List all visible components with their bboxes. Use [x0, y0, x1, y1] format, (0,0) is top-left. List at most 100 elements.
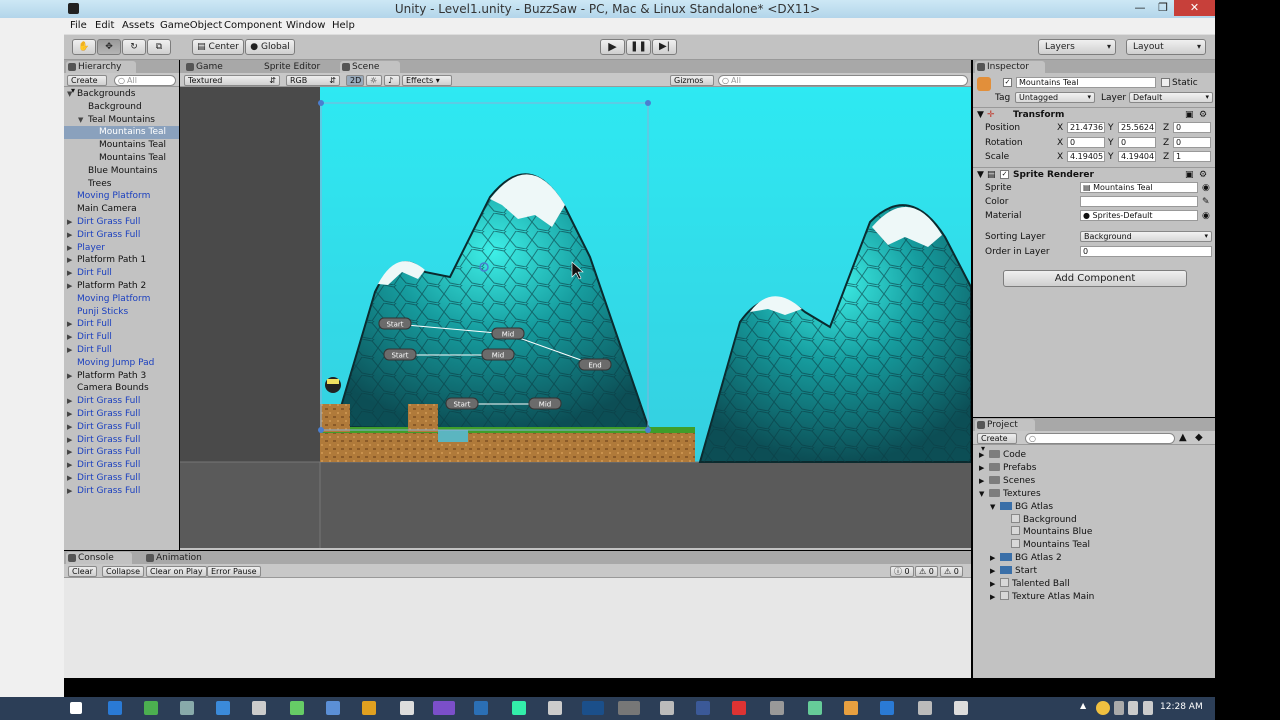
expand-arrow-closed-icon[interactable]: ▶	[67, 485, 72, 498]
render-mode-dropdown[interactable]: RGB ⇵	[286, 75, 340, 86]
console-info-filter[interactable]: ⓘ 0	[890, 566, 914, 577]
layer-dropdown[interactable]: Default	[1129, 92, 1213, 103]
tray-arrow-icon[interactable]: ▲	[1080, 701, 1090, 715]
project-item[interactable]: ▶ Scenes	[979, 475, 1035, 488]
project-create-button[interactable]: Create ▾	[977, 433, 1017, 453]
path-node-start[interactable]: Start	[445, 397, 479, 410]
console-clear-on-play-button[interactable]: Clear on Play	[146, 566, 207, 577]
hierarchy-create-button[interactable]: Create ▾	[67, 75, 107, 95]
app-icon[interactable]	[770, 701, 784, 715]
console-clear-button[interactable]: Clear	[68, 566, 97, 577]
close-button[interactable]: ✕	[1174, 0, 1215, 16]
audio-toggle[interactable]: ♪	[384, 75, 400, 86]
expand-arrow-closed-icon[interactable]: ▶	[67, 242, 72, 255]
start-button-icon[interactable]	[70, 702, 82, 714]
step-button[interactable]: ▶|	[652, 39, 677, 55]
hierarchy-item[interactable]: ▶ Dirt Full	[64, 331, 179, 344]
hierarchy-item[interactable]: Mountains Teal	[64, 126, 179, 140]
play-button[interactable]: ▶	[600, 39, 625, 55]
expand-arrow-open-icon[interactable]: ▼	[67, 88, 72, 101]
hierarchy-item[interactable]: ▶ Dirt Full	[64, 318, 179, 331]
transform-x-field[interactable]: 21.4736	[1067, 122, 1105, 133]
expand-arrow-closed-icon[interactable]: ▶	[67, 318, 72, 331]
add-component-button[interactable]: Add Component	[1003, 270, 1187, 287]
tab-inspector[interactable]: Inspector	[975, 61, 1045, 73]
rotate-tool-button[interactable]: ↻	[122, 39, 146, 55]
filezilla-icon[interactable]	[732, 701, 746, 715]
maximize-button[interactable]: ❐	[1153, 0, 1173, 16]
path-node-start[interactable]: Start	[383, 348, 417, 361]
menu-gameobject[interactable]: GameObject	[160, 20, 222, 31]
project-item[interactable]: ▶ BG Atlas 2	[990, 552, 1062, 565]
gizmos-dropdown[interactable]: Gizmos ▾	[670, 75, 714, 95]
color-field[interactable]	[1080, 196, 1198, 207]
steam-icon[interactable]	[252, 701, 266, 715]
expand-arrow-closed-icon[interactable]: ▶	[990, 591, 995, 604]
scene-search-input[interactable]: All	[718, 75, 968, 86]
project-item[interactable]: Mountains Teal	[1011, 539, 1090, 552]
project-item[interactable]: ▼ BG Atlas	[990, 501, 1053, 514]
filter-by-type-icon[interactable]: ▲	[1179, 432, 1187, 443]
layers-dropdown[interactable]: Layers	[1038, 39, 1116, 55]
expand-arrow-closed-icon[interactable]: ▶	[67, 229, 72, 242]
hierarchy-item[interactable]: Mountains Teal	[64, 139, 179, 152]
eyedropper-icon[interactable]: ✎	[1202, 195, 1210, 209]
expand-arrow-closed-icon[interactable]: ▶	[67, 331, 72, 344]
facebook-icon[interactable]	[696, 701, 710, 715]
sorting-layer-dropdown[interactable]: Background	[1080, 231, 1212, 242]
expand-arrow-open-icon[interactable]: ▼	[990, 501, 995, 514]
expand-arrow-closed-icon[interactable]: ▶	[67, 267, 72, 280]
hierarchy-item[interactable]: Blue Mountains	[64, 165, 179, 178]
project-search-input[interactable]	[1025, 433, 1175, 444]
app-icon[interactable]	[216, 701, 230, 715]
lighting-toggle[interactable]: ☼	[366, 75, 382, 86]
expand-arrow-open-icon[interactable]: ▼	[78, 114, 83, 127]
menu-component[interactable]: Component	[224, 20, 282, 31]
tab-game[interactable]: Game	[184, 61, 250, 73]
hierarchy-item[interactable]: ▼ Teal Mountains	[64, 114, 179, 127]
unity-taskbar-icon[interactable]	[618, 701, 640, 715]
hierarchy-item[interactable]: Mountains Teal	[64, 152, 179, 165]
expand-arrow-closed-icon[interactable]: ▶	[67, 395, 72, 408]
expand-arrow-closed-icon[interactable]: ▶	[67, 370, 72, 383]
volume-icon[interactable]	[1143, 701, 1153, 715]
menu-edit[interactable]: Edit	[95, 20, 114, 31]
hierarchy-item[interactable]: ▶ Dirt Grass Full	[64, 408, 179, 421]
app-icon[interactable]	[880, 701, 894, 715]
chrome-icon[interactable]	[362, 701, 376, 715]
console-warning-filter[interactable]: ⚠ 0	[915, 566, 938, 577]
project-item[interactable]: ▶ Texture Atlas Main	[990, 590, 1094, 604]
hierarchy-item[interactable]: Moving Platform	[64, 293, 179, 306]
expand-arrow-closed-icon[interactable]: ▶	[990, 578, 995, 591]
hierarchy-item[interactable]: ▶ Dirt Grass Full	[64, 459, 179, 472]
sprite-renderer-header[interactable]: ▼ ▤ ✓ Sprite Renderer ▣ ⚙	[973, 167, 1215, 181]
expand-arrow-closed-icon[interactable]: ▶	[990, 552, 995, 565]
app-icon[interactable]	[512, 701, 526, 715]
path-node-mid[interactable]: Mid	[491, 327, 525, 340]
transform-header[interactable]: ▼ ✛ Transform ▣ ⚙	[973, 107, 1215, 121]
object-picker-icon[interactable]: ◉	[1202, 181, 1210, 195]
photoshop-icon[interactable]	[582, 701, 604, 715]
help-icon[interactable]: ▣	[1185, 108, 1194, 122]
hierarchy-item[interactable]: Moving Jump Pad	[64, 357, 179, 370]
minimize-button[interactable]: —	[1130, 0, 1150, 16]
expand-arrow-closed-icon[interactable]: ▶	[67, 472, 72, 485]
tag-dropdown[interactable]: Untagged	[1015, 92, 1095, 103]
hierarchy-item[interactable]: Camera Bounds	[64, 382, 179, 395]
hierarchy-search-input[interactable]: All	[114, 75, 176, 86]
expand-arrow-closed-icon[interactable]: ▶	[67, 421, 72, 434]
app-icon[interactable]	[400, 701, 414, 715]
layout-dropdown[interactable]: Layout	[1126, 39, 1206, 55]
tab-sprite-editor[interactable]: Sprite Editor	[252, 61, 332, 73]
menu-window[interactable]: Window	[286, 20, 325, 31]
transform-z-field[interactable]: 0	[1173, 136, 1211, 148]
network-icon[interactable]	[1128, 701, 1138, 715]
hierarchy-item[interactable]: Punji Sticks	[64, 306, 179, 319]
ie-icon[interactable]	[108, 701, 122, 715]
transform-z-field[interactable]: 0	[1173, 122, 1211, 133]
expand-arrow-open-icon[interactable]: ▼	[979, 488, 984, 501]
transform-y-field[interactable]: 0	[1118, 136, 1156, 148]
filter-by-label-icon[interactable]: ◆	[1195, 432, 1203, 443]
tab-console[interactable]: Console	[66, 552, 132, 564]
project-item[interactable]: ▶ Prefabs	[979, 462, 1036, 475]
